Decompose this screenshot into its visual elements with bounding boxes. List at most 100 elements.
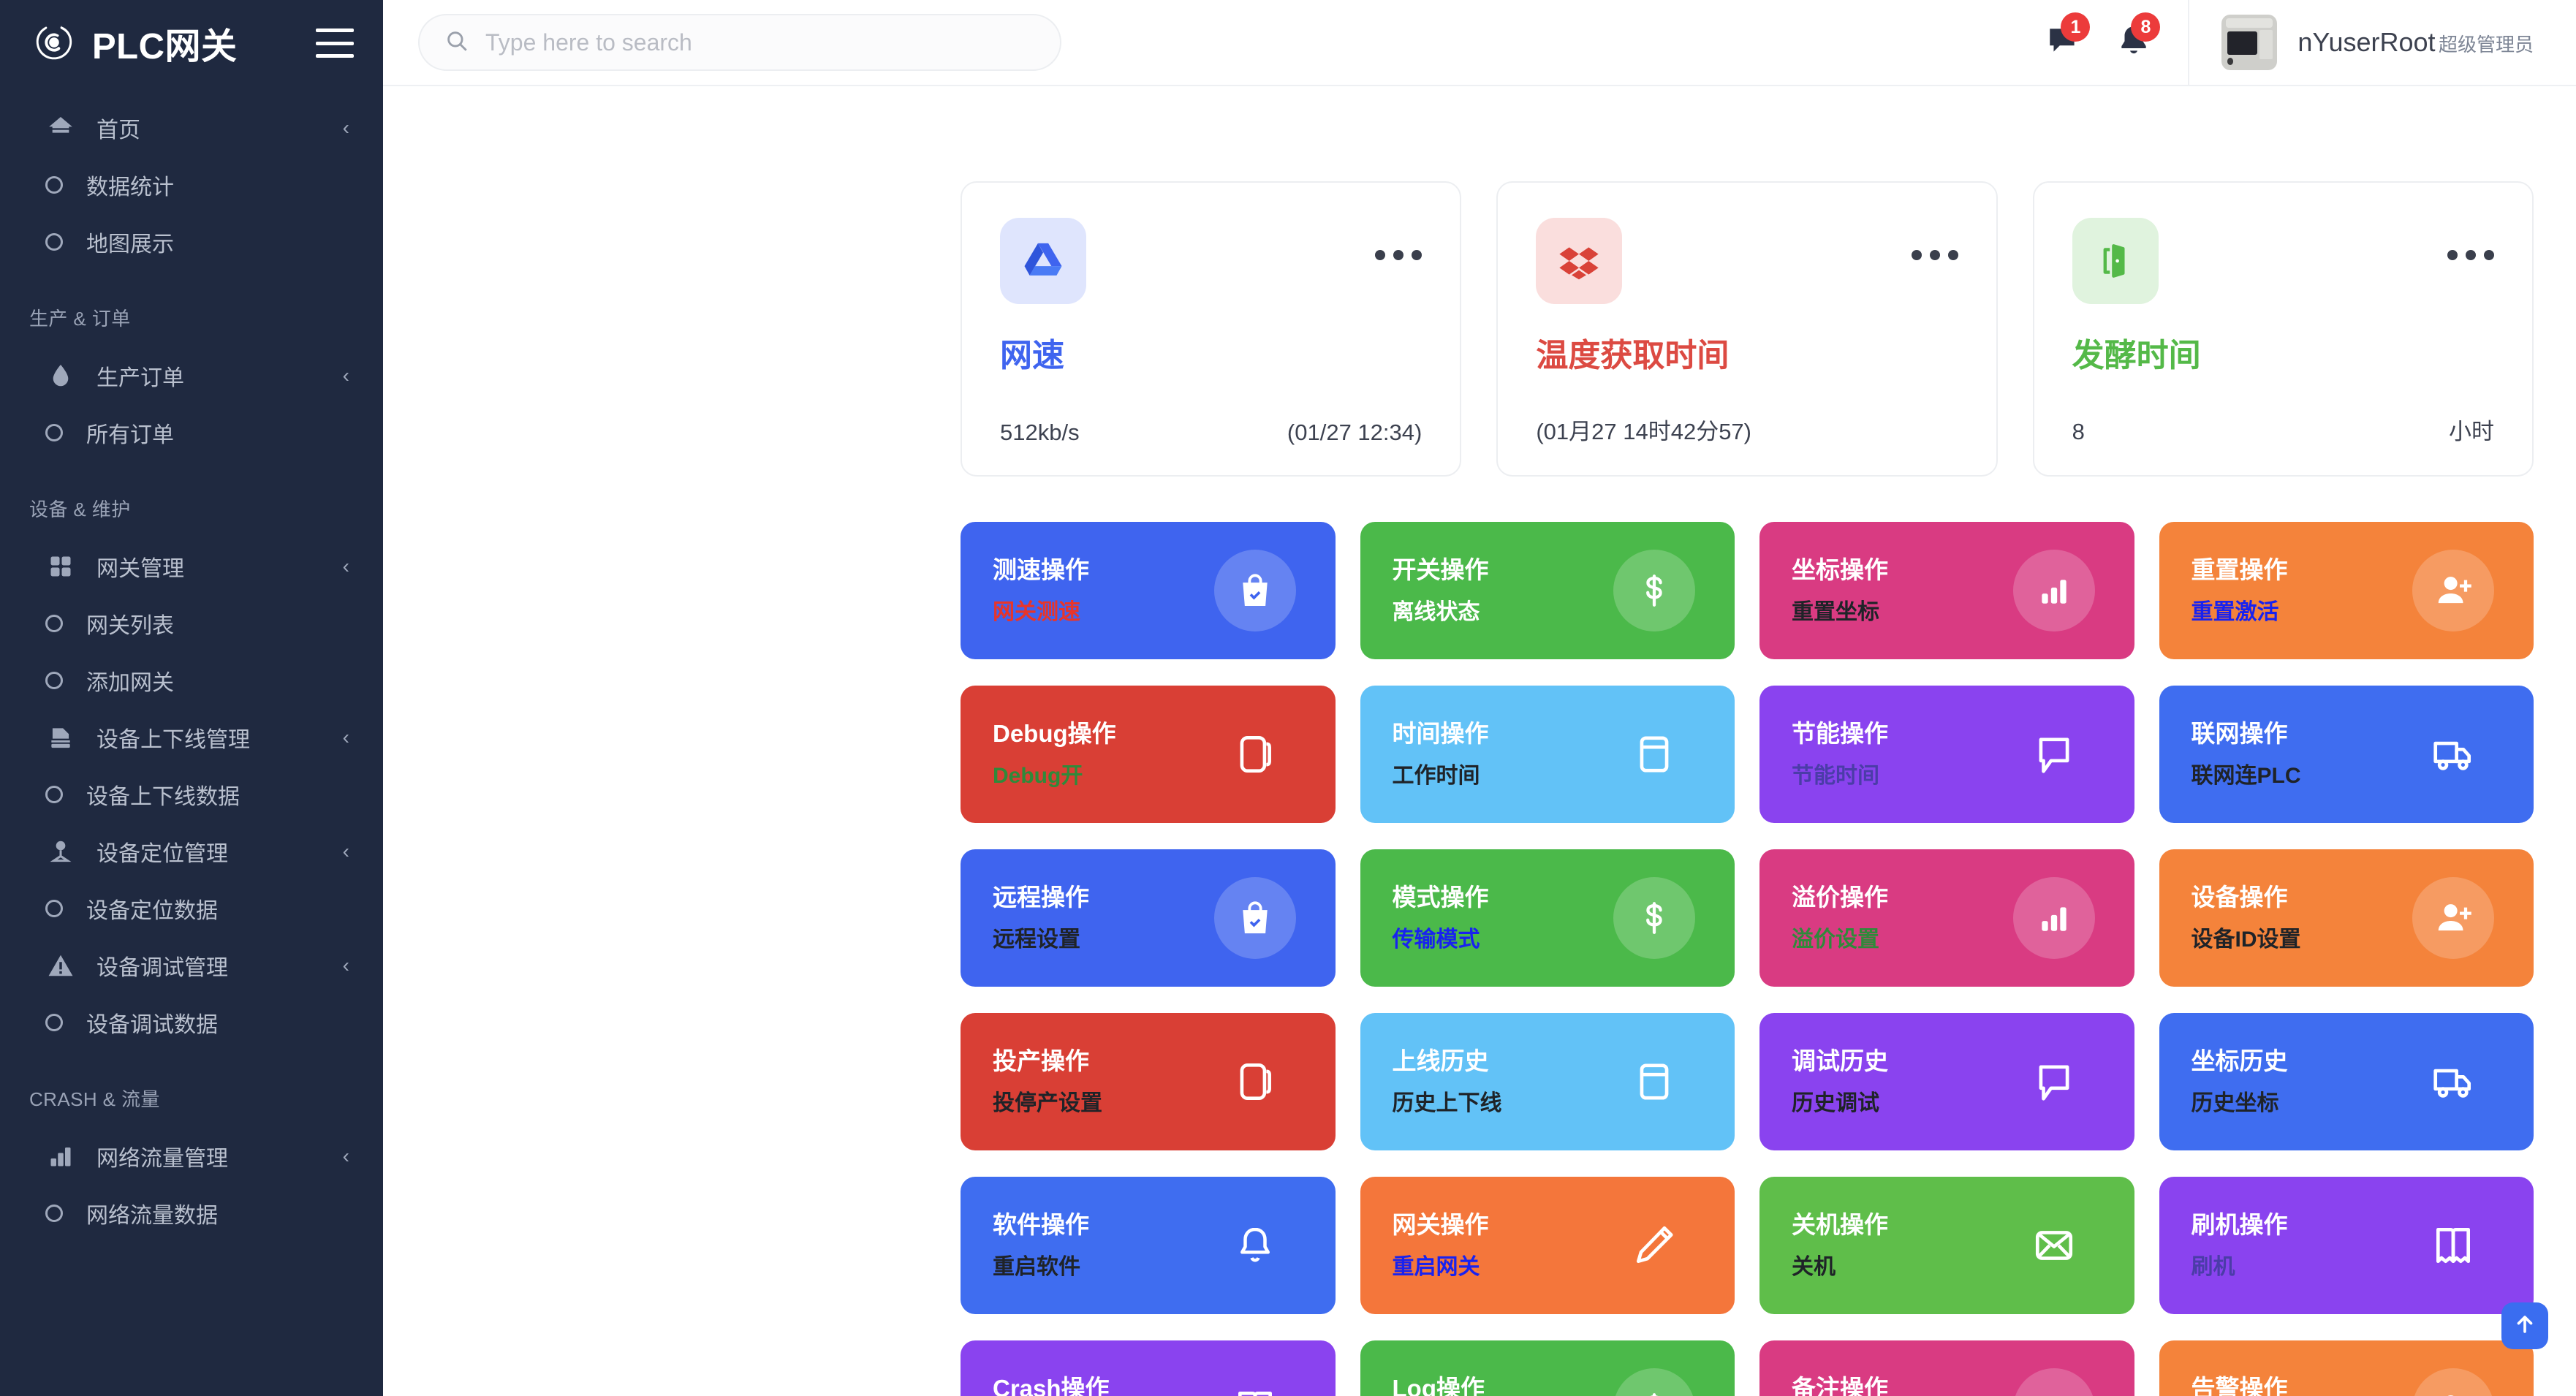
tile-15[interactable]: 坐标历史 历史坐标 — [2159, 1013, 2534, 1150]
chevron-left-icon: ‹ — [342, 726, 349, 748]
tile-title: 软件操作 — [993, 1211, 1089, 1239]
tile-subtitle: 历史调试 — [1792, 1091, 1879, 1116]
dollar-icon — [1613, 877, 1695, 959]
sidebar-item-device-debug-data[interactable]: 设备调试数据 — [0, 994, 383, 1051]
sidebar-item-device-debug-management[interactable]: 设备调试管理 ‹ — [0, 937, 383, 994]
search-input[interactable] — [485, 29, 1035, 56]
home-icon — [45, 113, 76, 143]
scroll-top-button[interactable] — [2501, 1302, 2548, 1349]
tile-subtitle: 重置坐标 — [1792, 600, 1879, 625]
action-tiles-grid: 测速操作 网关测速 开关操作 离线状态 坐标操作 重置坐标 重置操作 重置激活 Debug操作 D… — [961, 522, 2534, 1396]
tile-5[interactable]: 时间操作 工作时间 — [1360, 686, 1735, 823]
dollar-icon — [1613, 550, 1695, 631]
warning-icon — [45, 950, 76, 981]
bars-icon — [2012, 550, 2095, 631]
sidebar-item-data-stats[interactable]: 数据统计 — [0, 156, 383, 213]
chevron-left-icon: ‹ — [342, 555, 349, 577]
sidebar-nav: 首页 ‹ 数据统计 地图展示 生产 & 订单 生产订单 ‹ 所有订单 设备 & … — [0, 86, 383, 1242]
tile-title: 刷机操作 — [2191, 1211, 2288, 1239]
dollar-icon — [1613, 1368, 1695, 1396]
stat-card-timestamp: (01/27 12:34) — [1287, 420, 1423, 445]
bullet-icon — [45, 900, 63, 917]
stat-card-fermentation-time[interactable]: 发酵时间 8 小时 — [2032, 181, 2534, 477]
speech-icon — [2013, 1041, 2095, 1123]
sidebar-item-gateway-list[interactable]: 网关列表 — [0, 595, 383, 652]
tile-title: 开关操作 — [1392, 556, 1489, 584]
door-icon — [2072, 218, 2159, 304]
sidebar-item-label: 设备调试管理 — [96, 956, 228, 980]
stat-card-temperature-time[interactable]: 温度获取时间 (01月27 14时42分57) — [1496, 181, 1998, 477]
sidebar: PLC网关 首页 ‹ 数据统计 地图展示 生产 & 订单 生产订单 ‹ 所有订单… — [0, 0, 383, 1396]
user-profile[interactable]: nYuserRoot 超级管理员 — [2188, 0, 2576, 86]
stat-card-unit: 小时 — [2448, 419, 2494, 444]
tile-21[interactable]: Log操作获取LOG — [1360, 1340, 1735, 1396]
tile-9[interactable]: 模式操作 传输模式 — [1360, 849, 1735, 987]
hamburger-icon[interactable] — [316, 29, 354, 58]
tile-title: Log操作 — [1392, 1375, 1485, 1396]
sidebar-item-label: 网关列表 — [86, 614, 174, 638]
tile-subtitle: 关机 — [1792, 1255, 1836, 1280]
bullet-icon — [45, 615, 63, 632]
tile-13[interactable]: 上线历史 历史上下线 — [1360, 1013, 1735, 1150]
tile-1[interactable]: 开关操作 离线状态 — [1360, 522, 1735, 659]
sidebar-item-production-order[interactable]: 生产订单 ‹ — [0, 347, 383, 404]
truck-icon — [2412, 713, 2494, 795]
tile-subtitle: 工作时间 — [1392, 764, 1480, 789]
notifications-badge: 8 — [2131, 12, 2161, 42]
stat-card-value: (01月27 14时42分57) — [1536, 419, 1751, 444]
tile-19[interactable]: 刷机操作 刷机 — [2159, 1177, 2534, 1314]
stat-card-value: 8 — [2072, 419, 2085, 444]
sidebar-item-add-gateway[interactable]: 添加网关 — [0, 652, 383, 709]
bullet-icon — [45, 786, 63, 803]
tile-7[interactable]: 联网操作 联网连PLC — [2159, 686, 2534, 823]
tile-3[interactable]: 重置操作 重置激活 — [2159, 522, 2534, 659]
tile-title: 投产操作 — [993, 1047, 1089, 1075]
tile-18[interactable]: 关机操作 关机 — [1759, 1177, 2134, 1314]
sidebar-item-home[interactable]: 首页 ‹ — [0, 99, 383, 156]
tile-20[interactable]: Crash操作获取CRASH — [961, 1340, 1336, 1396]
tile-12[interactable]: 投产操作 投停产设置 — [961, 1013, 1336, 1150]
tile-6[interactable]: 节能操作 节能时间 — [1759, 686, 2134, 823]
tile-22[interactable]: 备注操作添加备注 — [1759, 1340, 2134, 1396]
stat-card-network-speed[interactable]: 网速 512kb/s (01/27 12:34) — [961, 181, 1462, 477]
notifications-button[interactable]: 8 — [2099, 0, 2169, 86]
sidebar-item-network-traffic-management[interactable]: 网络流量管理 ‹ — [0, 1128, 383, 1185]
sidebar-item-network-traffic-data[interactable]: 网络流量数据 — [0, 1185, 383, 1242]
bars-icon — [2012, 877, 2095, 959]
server-icon — [45, 722, 76, 753]
tile-title: 调试历史 — [1792, 1047, 1888, 1075]
sidebar-item-device-online-data[interactable]: 设备上下线数据 — [0, 766, 383, 823]
sidebar-item-device-online-management[interactable]: 设备上下线管理 ‹ — [0, 709, 383, 766]
sidebar-item-map-display[interactable]: 地图展示 — [0, 213, 383, 270]
tile-title: 告警操作 — [2191, 1375, 2288, 1396]
more-dots-icon[interactable] — [1375, 250, 1423, 260]
sidebar-item-device-location-management[interactable]: 设备定位管理 ‹ — [0, 823, 383, 880]
drive-triangle-icon — [1000, 218, 1086, 304]
sidebar-item-all-orders[interactable]: 所有订单 — [0, 404, 383, 461]
tile-4[interactable]: Debug操作 Debug开 — [961, 686, 1336, 823]
topbar: 1 8 nYuserRoot 超级管理员 — [383, 0, 2576, 86]
tile-16[interactable]: 软件操作 重启软件 — [961, 1177, 1336, 1314]
sidebar-item-gateway-management[interactable]: 网关管理 ‹ — [0, 538, 383, 595]
tile-title: 坐标历史 — [2191, 1047, 2288, 1075]
messages-button[interactable]: 1 — [2028, 0, 2099, 86]
tile-subtitle: 联网连PLC — [2191, 764, 2301, 789]
tile-17[interactable]: 网关操作 重启网关 — [1360, 1177, 1735, 1314]
tile-23[interactable]: 告警操作设置告警温度 — [2159, 1340, 2534, 1396]
sidebar-item-label: 地图展示 — [86, 232, 174, 257]
tile-8[interactable]: 远程操作 远程设置 — [961, 849, 1336, 987]
bell-outline-icon — [1214, 1205, 1296, 1286]
sidebar-item-label: 网络流量管理 — [96, 1147, 228, 1171]
sidebar-item-device-location-data[interactable]: 设备定位数据 — [0, 880, 383, 937]
tile-10[interactable]: 溢价操作 溢价设置 — [1759, 849, 2134, 987]
more-dots-icon[interactable] — [2447, 250, 2494, 260]
search-box[interactable] — [418, 14, 1061, 71]
more-dots-icon[interactable] — [1911, 250, 1958, 260]
tile-2[interactable]: 坐标操作 重置坐标 — [1759, 522, 2134, 659]
bullet-icon — [45, 672, 63, 689]
tile-11[interactable]: 设备操作 设备ID设置 — [2159, 849, 2534, 987]
tile-subtitle: 网关测速 — [993, 600, 1080, 625]
tile-0[interactable]: 测速操作 网关测速 — [961, 522, 1336, 659]
tile-14[interactable]: 调试历史 历史调试 — [1759, 1013, 2134, 1150]
sidebar-group-device: 设备 & 维护 — [29, 498, 131, 520]
